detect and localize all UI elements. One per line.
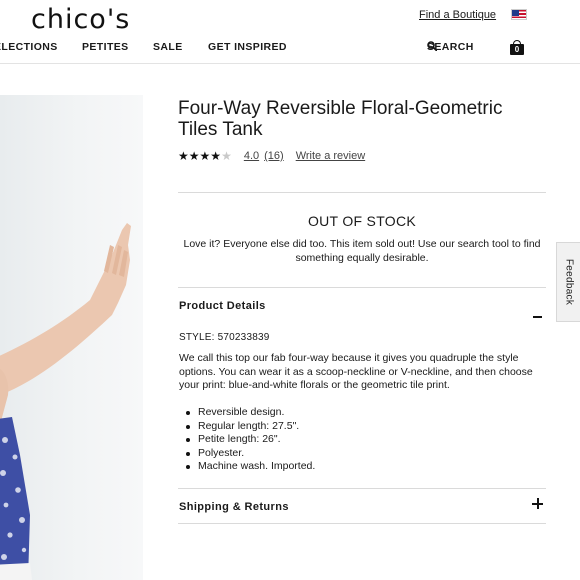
product-image[interactable] <box>0 95 143 580</box>
star-icon: ★ <box>188 149 200 163</box>
list-item: Reversible design. <box>186 406 528 420</box>
nav-petites[interactable]: PETITES <box>82 41 129 53</box>
star-icon: ★ <box>178 149 189 163</box>
nav-get-inspired[interactable]: GET INSPIRED <box>208 41 287 53</box>
out-of-stock-heading: OUT OF STOCK <box>307 213 417 229</box>
list-item: Petite length: 26". <box>186 433 528 447</box>
expand-icon[interactable] <box>532 498 543 509</box>
product-description: We call this top our fab four-way becaus… <box>179 352 533 391</box>
list-item: Regular length: 27.5". <box>186 420 528 434</box>
shipping-returns-toggle[interactable]: Shipping & Returns <box>179 501 289 513</box>
bag-count: 0 <box>514 45 520 54</box>
shopping-bag-icon[interactable]: 0 <box>510 40 524 55</box>
nav-collections[interactable]: ELECTIONS <box>0 41 58 53</box>
feedback-tab[interactable]: Feedback <box>556 242 580 322</box>
out-of-stock-message: Love it? Everyone else did too. This ite… <box>183 238 541 264</box>
find-a-boutique-link[interactable]: Find a Boutique <box>419 9 496 21</box>
product-features-list: Reversible design. Regular length: 27.5"… <box>186 406 528 474</box>
nav-sale[interactable]: SALE <box>153 41 183 53</box>
search-label: SEARCH <box>427 41 474 53</box>
rating-count[interactable]: (16) <box>264 150 284 162</box>
us-flag-icon[interactable] <box>511 9 527 20</box>
divider <box>178 192 546 193</box>
divider <box>178 287 546 288</box>
header-divider <box>0 63 580 64</box>
list-item: Machine wash. Imported. <box>186 460 528 474</box>
product-title: Four-Way Reversible Floral-Geometric Til… <box>178 98 503 140</box>
feedback-label: Feedback <box>563 258 574 306</box>
list-item: Polyester. <box>186 447 528 461</box>
rating-value[interactable]: 4.0 <box>244 150 259 162</box>
model-photo <box>0 223 131 580</box>
chicos-logo[interactable]: chico's <box>31 4 130 35</box>
main-nav: ELECTIONS PETITES SALE GET INSPIRED SEAR… <box>0 41 580 55</box>
write-review-link[interactable]: Write a review <box>296 150 365 162</box>
product-details-toggle[interactable]: Product Details <box>179 300 266 312</box>
star-empty-icon: ★ <box>221 149 232 163</box>
divider <box>178 488 546 489</box>
style-number: STYLE: 570233839 <box>179 332 270 343</box>
collapse-icon[interactable] <box>533 316 542 318</box>
divider <box>178 523 546 524</box>
rating-stars: ★ ★ ★ ★ ★ <box>178 150 232 162</box>
star-icon: ★ <box>210 149 222 163</box>
star-icon: ★ <box>199 149 211 163</box>
search-button[interactable]: SEARCH <box>427 41 473 53</box>
rating-row: ★ ★ ★ ★ ★ 4.0 (16) Write a review <box>178 149 365 163</box>
